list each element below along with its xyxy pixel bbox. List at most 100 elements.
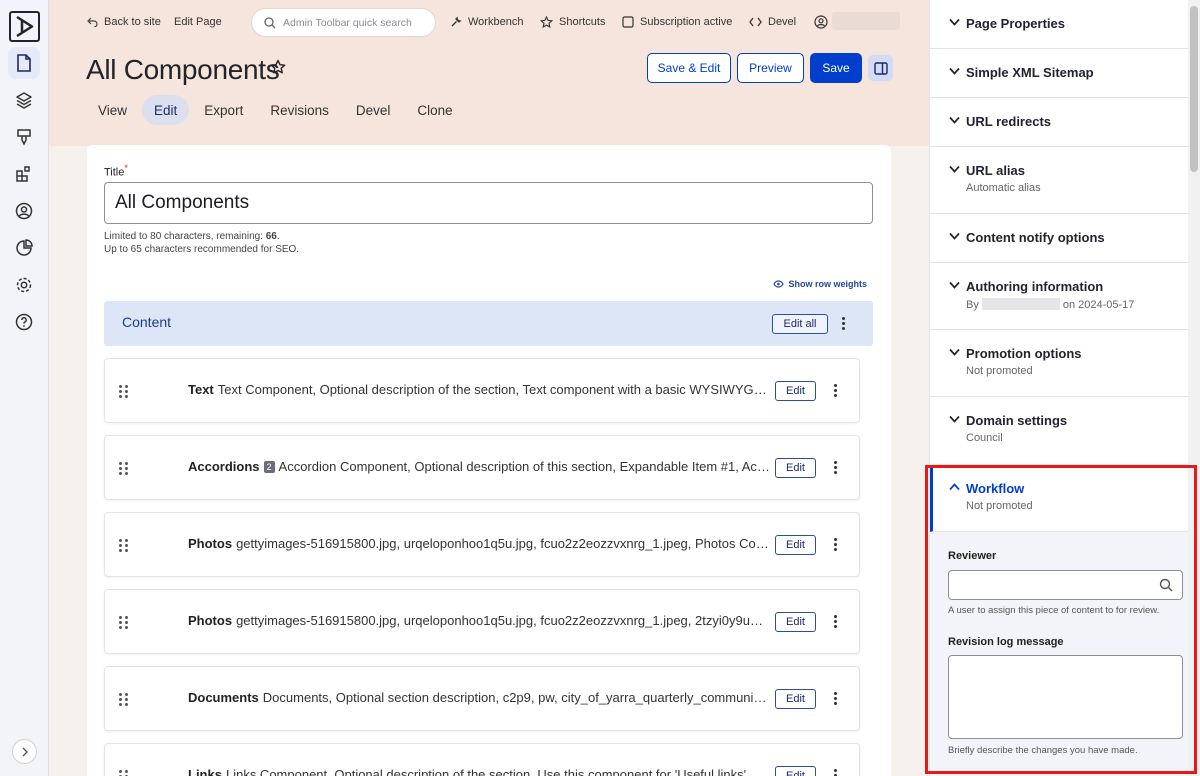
code-icon <box>749 17 762 27</box>
drag-handle-icon[interactable] <box>119 539 128 552</box>
drupal-logo-icon[interactable] <box>9 11 40 42</box>
show-row-weights-label: Show row weights <box>788 279 867 289</box>
paragraph-summary: Photos gettyimages-516915800.jpg, urqelop… <box>188 613 770 628</box>
toolbar-search[interactable]: Admin Toolbar quick search <box>251 8 436 37</box>
redacted-username <box>832 12 900 30</box>
reviewer-help-text: A user to assign this piece of content t… <box>948 605 1160 616</box>
drag-handle-icon[interactable] <box>119 770 128 776</box>
paragraph-edit-button[interactable]: Edit <box>775 612 816 632</box>
page-scrollbar[interactable] <box>1188 0 1200 776</box>
subscription-label: Subscription active <box>640 16 733 28</box>
accordion-title: URL alias <box>966 163 1026 178</box>
accordion-url-redirects[interactable]: URL redirects <box>930 98 1188 147</box>
revision-log-textarea[interactable] <box>948 655 1183 739</box>
paragraph-edit-button[interactable]: Edit <box>775 535 816 555</box>
accordion-authoring-information[interactable]: Authoring information By on 2024-05-17 <box>930 263 1188 330</box>
paragraph-edit-button[interactable]: Edit <box>775 689 816 709</box>
tab-edit[interactable]: Edit <box>142 95 190 125</box>
shortcuts-label: Shortcuts <box>559 16 606 28</box>
chevron-up-icon <box>949 483 960 491</box>
page-header: All Components Save & Edit Preview Save … <box>49 44 929 146</box>
paragraph-type: Documents <box>188 690 259 705</box>
paragraph-row: Text Text Component, Optional description… <box>104 358 860 423</box>
content-icon[interactable] <box>8 47 40 79</box>
edit-all-button[interactable]: Edit all <box>772 314 828 334</box>
title-input[interactable]: All Components <box>104 182 873 224</box>
paragraph-row: Photos gettyimages-516915800.jpg, urqelop… <box>104 512 860 577</box>
paragraph-edit-button[interactable]: Edit <box>775 458 816 478</box>
shortcuts-link[interactable]: Shortcuts <box>540 0 605 44</box>
accordion-summary: Council <box>966 432 1003 444</box>
paragraph-row: Accordions 2 Accordion Component, Optional… <box>104 435 860 500</box>
paragraph-summary-text: Documents, Optional section description,… <box>262 690 770 705</box>
preview-button[interactable]: Preview <box>737 53 804 83</box>
scrollbar-thumb[interactable] <box>1190 6 1198 172</box>
save-button[interactable]: Save <box>810 53 862 83</box>
accordion-title: Content notify options <box>966 230 1105 245</box>
accordion-title: Domain settings <box>966 413 1068 428</box>
save-and-edit-button[interactable]: Save & Edit <box>647 53 731 83</box>
structure-layers-icon[interactable] <box>12 88 36 112</box>
star-icon <box>540 16 553 28</box>
accordion-workflow[interactable]: Workflow Not promoted <box>930 465 1188 532</box>
expand-sidebar-button[interactable] <box>12 739 37 764</box>
user-menu[interactable] <box>814 0 828 44</box>
edit-page-link[interactable]: Edit Page <box>174 0 222 44</box>
subscription-link[interactable]: Subscription active <box>622 0 732 44</box>
favorite-star-icon[interactable] <box>270 59 286 80</box>
paragraph-row: Links Links Component, Optional descripti… <box>104 743 860 776</box>
paragraph-summary: Text Text Component, Optional description… <box>188 382 770 397</box>
accordion-summary: By on 2024-05-17 <box>966 298 1134 311</box>
accordion-url-alias[interactable]: URL alias Automatic alias <box>930 147 1188 214</box>
local-tasks-tabs: View Edit Export Revisions Devel Clone <box>86 95 468 125</box>
accordion-content-notify-options[interactable]: Content notify options <box>930 214 1188 263</box>
workbench-link[interactable]: Workbench <box>450 0 523 44</box>
accordion-promotion-options[interactable]: Promotion options Not promoted <box>930 330 1188 397</box>
paragraph-actions-menu-icon[interactable] <box>834 538 837 551</box>
redacted-author-name <box>981 298 1060 310</box>
tab-devel[interactable]: Devel <box>344 95 403 125</box>
paragraph-summary-text: Text Component, Optional description of … <box>217 382 770 397</box>
back-arrow-icon <box>87 17 98 27</box>
tab-export[interactable]: Export <box>192 95 255 125</box>
tab-view[interactable]: View <box>86 95 139 125</box>
configuration-gear-icon[interactable] <box>12 273 36 297</box>
paragraph-actions-menu-icon[interactable] <box>834 692 837 705</box>
help-question-icon[interactable] <box>12 310 36 334</box>
paragraph-actions-menu-icon[interactable] <box>834 769 837 776</box>
chevron-down-icon <box>949 67 960 75</box>
back-to-site-label: Back to site <box>104 16 161 28</box>
accordion-title: URL redirects <box>966 114 1052 129</box>
reviewer-autocomplete-input[interactable] <box>948 570 1183 600</box>
chevron-down-icon <box>949 348 960 356</box>
reports-pie-icon[interactable] <box>12 236 36 260</box>
devel-toolbar-link[interactable]: Devel <box>749 0 796 44</box>
tab-revisions[interactable]: Revisions <box>258 95 341 125</box>
toggle-sidebar-button[interactable] <box>868 55 893 81</box>
workbench-label: Workbench <box>468 16 524 28</box>
extend-puzzle-icon[interactable] <box>12 162 36 186</box>
edit-page-label: Edit Page <box>174 16 222 28</box>
people-user-icon[interactable] <box>12 199 36 223</box>
accordion-simple-xml-sitemap[interactable]: Simple XML Sitemap <box>930 49 1188 98</box>
main-area: Back to site Edit Page Admin Toolbar qui… <box>49 0 929 776</box>
accordion-page-properties[interactable]: Page Properties <box>930 0 1188 49</box>
drag-handle-icon[interactable] <box>119 693 128 706</box>
show-row-weights-button[interactable]: Show row weights <box>773 279 867 289</box>
paragraph-edit-button[interactable]: Edit <box>775 381 816 401</box>
drag-handle-icon[interactable] <box>119 385 128 398</box>
drag-handle-icon[interactable] <box>119 462 128 475</box>
workflow-section-body: Reviewer A user to assign this piece of … <box>930 532 1188 776</box>
content-heading: Content <box>122 314 172 330</box>
tab-clone[interactable]: Clone <box>405 95 464 125</box>
content-actions-menu-icon[interactable] <box>842 317 845 330</box>
paragraph-actions-menu-icon[interactable] <box>834 384 837 397</box>
appearance-brush-icon[interactable] <box>12 125 36 149</box>
paragraph-actions-menu-icon[interactable] <box>834 461 837 474</box>
paragraph-edit-button[interactable]: Edit <box>775 766 816 776</box>
accordion-domain-settings[interactable]: Domain settings Council <box>930 397 1188 465</box>
paragraph-actions-menu-icon[interactable] <box>834 615 837 628</box>
back-to-site-link[interactable]: Back to site <box>87 0 161 44</box>
drag-handle-icon[interactable] <box>119 616 128 629</box>
reviewer-label: Reviewer <box>948 550 997 562</box>
